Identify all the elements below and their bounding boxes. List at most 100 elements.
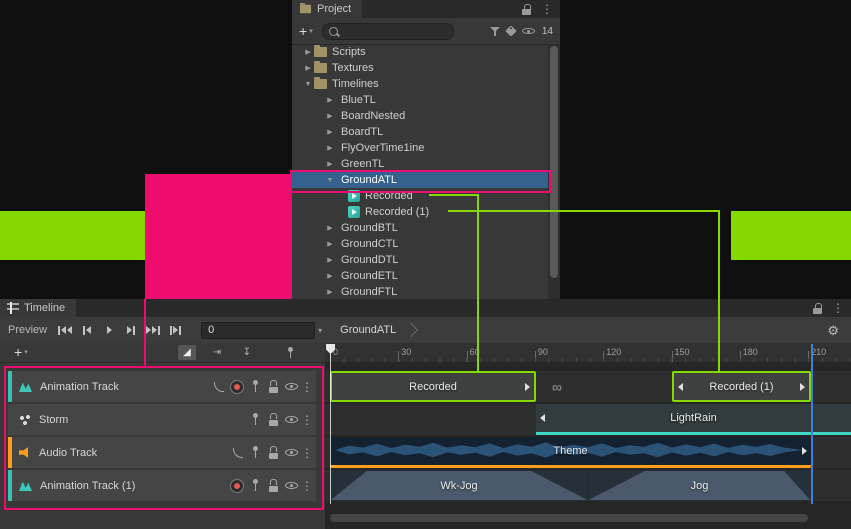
search-by-type-icon[interactable]	[490, 26, 500, 37]
foldout-closed-icon[interactable]: ▶	[302, 65, 314, 72]
transport-controls	[55, 321, 185, 339]
tree-item-greentl[interactable]: ▶GreenTL	[292, 156, 548, 172]
clip-lightrain[interactable]: LightRain	[536, 404, 851, 435]
clip-handle-left-icon[interactable]	[540, 414, 545, 422]
annotation-pink-block	[145, 174, 292, 299]
foldout-open-icon[interactable]: ▼	[324, 177, 336, 184]
tree-item-boardtl[interactable]: ▶BoardTL	[292, 124, 548, 140]
track-header-animation-track[interactable]: Animation Track⋮	[8, 371, 316, 402]
clip-recorded[interactable]: Recorded	[330, 371, 536, 402]
clip-wkjog[interactable]: Wk-Jog	[330, 470, 588, 501]
goto-end-button[interactable]	[143, 321, 163, 339]
search-by-label-icon[interactable]	[505, 25, 516, 36]
tree-item-timelines[interactable]: ▼Timelines	[292, 76, 548, 92]
frame-field-dropdown-icon[interactable]: ▾	[318, 326, 322, 335]
tree-item-grounddtl[interactable]: ▶GroundDTL	[292, 252, 548, 268]
window-menu-icon[interactable]: ⋮	[541, 3, 553, 15]
track-header-audio-track[interactable]: Audio Track⋮	[8, 437, 316, 468]
menu-icon[interactable]: ⋮	[303, 446, 311, 459]
previous-frame-button[interactable]	[77, 321, 97, 339]
tab-timeline[interactable]: Timeline	[0, 299, 76, 317]
marker-toggle-icon[interactable]	[284, 346, 297, 359]
scrollbar-thumb[interactable]	[550, 46, 558, 278]
clip-handle-left-icon[interactable]	[678, 383, 683, 391]
goto-start-button[interactable]	[55, 321, 75, 339]
track-header-storm[interactable]: Storm⋮	[8, 404, 316, 435]
lock-icon[interactable]	[267, 413, 280, 426]
clip-theme[interactable]: Theme	[330, 437, 811, 468]
add-track-button[interactable]: + ▾	[14, 345, 28, 359]
foldout-closed-icon[interactable]: ▶	[302, 49, 314, 56]
eye-icon[interactable]	[285, 446, 298, 459]
lock-icon[interactable]	[267, 380, 280, 393]
play-button[interactable]	[99, 321, 119, 339]
record-icon[interactable]	[230, 380, 244, 394]
preview-button[interactable]: Preview	[8, 324, 47, 336]
plus-icon: +	[299, 24, 307, 38]
menu-icon[interactable]: ⋮	[303, 413, 311, 426]
tree-item-recorded[interactable]: Recorded	[292, 188, 548, 204]
record-icon[interactable]	[230, 479, 244, 493]
tab-project[interactable]: Project	[292, 0, 362, 18]
tree-item-bluetl[interactable]: ▶BlueTL	[292, 92, 548, 108]
foldout-closed-icon[interactable]: ▶	[324, 289, 336, 296]
pin-icon[interactable]	[249, 446, 262, 459]
replace-mode-button[interactable]: ↧	[238, 345, 256, 360]
eye-icon[interactable]	[285, 479, 298, 492]
tree-item-groundbtl[interactable]: ▶GroundBTL	[292, 220, 548, 236]
pin-icon[interactable]	[249, 413, 262, 426]
menu-icon[interactable]: ⋮	[303, 380, 311, 393]
pin-icon[interactable]	[249, 479, 262, 492]
curves-icon[interactable]	[231, 446, 244, 459]
project-scrollbar[interactable]	[548, 44, 560, 299]
lock-icon[interactable]	[522, 4, 532, 15]
foldout-closed-icon[interactable]: ▶	[324, 241, 336, 248]
lock-icon[interactable]	[267, 479, 280, 492]
foldout-closed-icon[interactable]: ▶	[324, 129, 336, 136]
pin-icon[interactable]	[249, 380, 262, 393]
clip-handle-right-icon[interactable]	[525, 383, 530, 391]
foldout-closed-icon[interactable]: ▶	[324, 225, 336, 232]
breadcrumb[interactable]: GroundATL	[340, 324, 416, 336]
eye-icon[interactable]	[285, 380, 298, 393]
frame-field[interactable]: 0	[201, 322, 315, 339]
clip-handle-right-icon[interactable]	[802, 447, 807, 455]
create-asset-button[interactable]: + ▾	[299, 24, 313, 38]
eye-icon[interactable]	[285, 413, 298, 426]
clip-handle-right-icon[interactable]	[800, 383, 805, 391]
hidden-items-eye-icon[interactable]	[522, 25, 535, 37]
mix-mode-button[interactable]: ◢	[178, 345, 196, 360]
foldout-closed-icon[interactable]: ▶	[324, 113, 336, 120]
lock-icon[interactable]	[267, 446, 280, 459]
horizontal-scrollbar[interactable]	[330, 514, 808, 522]
lock-icon[interactable]	[813, 303, 823, 314]
foldout-closed-icon[interactable]: ▶	[324, 273, 336, 280]
foldout-closed-icon[interactable]: ▶	[324, 145, 336, 152]
tree-item-boardnested[interactable]: ▶BoardNested	[292, 108, 548, 124]
timeline-ruler[interactable]: 0306090120150180210	[325, 343, 851, 363]
curves-icon[interactable]	[212, 380, 225, 393]
clip-recorded-1[interactable]: Recorded (1)	[672, 371, 811, 402]
tree-item-groundftl[interactable]: ▶GroundFTL	[292, 284, 548, 299]
tree-item-groundetl[interactable]: ▶GroundETL	[292, 268, 548, 284]
ripple-mode-button[interactable]: ⇥	[208, 345, 226, 360]
play-range-button[interactable]	[165, 321, 185, 339]
search-input[interactable]	[322, 23, 454, 40]
tree-item-textures[interactable]: ▶Textures	[292, 60, 548, 76]
foldout-open-icon[interactable]: ▼	[302, 81, 314, 88]
foldout-closed-icon[interactable]: ▶	[324, 97, 336, 104]
tree-item-groundctl[interactable]: ▶GroundCTL	[292, 236, 548, 252]
foldout-closed-icon[interactable]: ▶	[324, 161, 336, 168]
tree-item-recorded-1[interactable]: Recorded (1)	[292, 204, 548, 220]
tree-item-groundatl[interactable]: ▼GroundATL	[292, 172, 548, 188]
clip-jog[interactable]: Jog	[588, 470, 811, 501]
ruler-tick-60: 60	[467, 351, 468, 362]
foldout-closed-icon[interactable]: ▶	[324, 257, 336, 264]
tree-item-scripts[interactable]: ▶Scripts	[292, 44, 548, 60]
menu-icon[interactable]: ⋮	[303, 479, 311, 492]
track-header-animation-track-1[interactable]: Animation Track (1)⋮	[8, 470, 316, 501]
tree-item-flyovertime1ine[interactable]: ▶FlyOverTime1ine	[292, 140, 548, 156]
next-frame-button[interactable]	[121, 321, 141, 339]
settings-gear-icon[interactable]: ⚙	[827, 324, 839, 337]
window-menu-icon[interactable]: ⋮	[832, 302, 844, 314]
